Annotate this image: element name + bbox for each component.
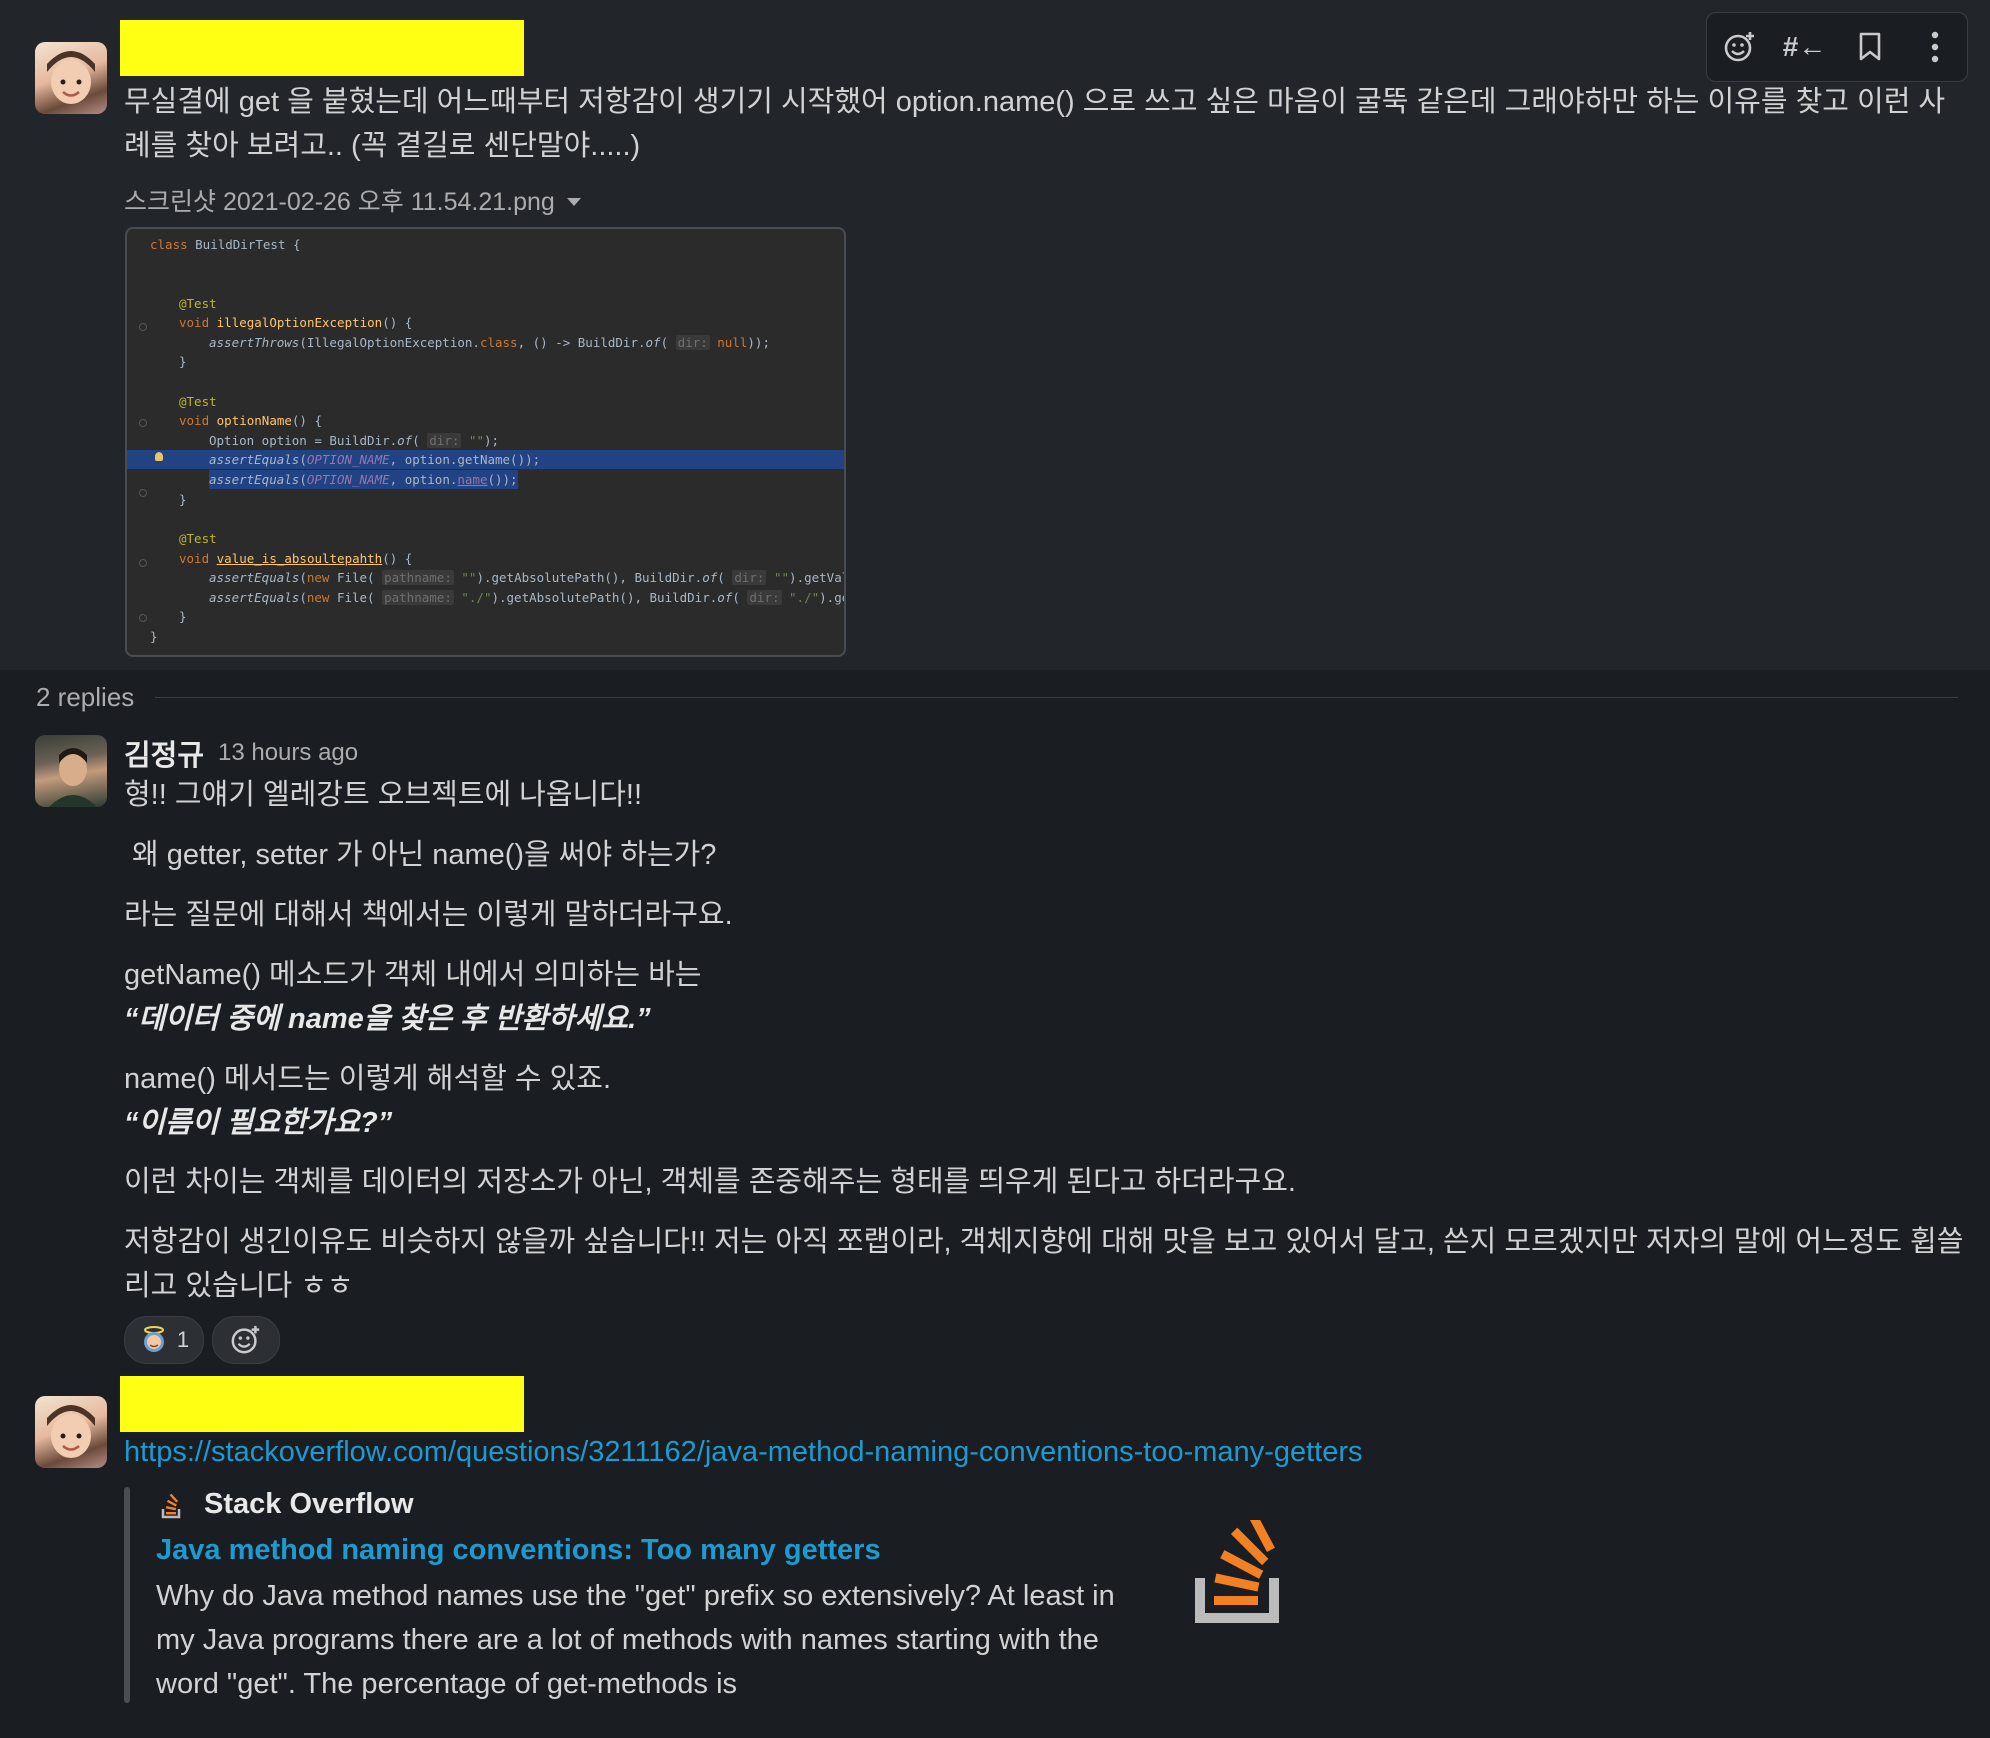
code-line: } <box>179 492 187 507</box>
message-text: 무실결에 get 을 붙혔는데 어느때부터 저항감이 생기기 시작했어 opti… <box>124 86 1946 162</box>
redacted-username <box>120 1376 524 1432</box>
angel-emoji-icon <box>143 1326 164 1352</box>
add-reaction-icon[interactable] <box>1716 23 1764 71</box>
avatar[interactable] <box>35 42 107 114</box>
add-reaction-icon <box>231 1325 260 1354</box>
message-paragraph: getName() 메소드가 객체 내에서 의미하는 바는 <box>124 959 702 991</box>
code-line: assertEquals(new File( pathname: "").get… <box>209 570 844 585</box>
code-line: } <box>179 609 187 624</box>
code-line-highlighted: assertEquals(OPTION_NAME, option.getName… <box>127 450 844 469</box>
code-line: assertEquals(new File( pathname: "./").g… <box>209 590 844 605</box>
replies-count[interactable]: 2 replies <box>36 682 134 713</box>
code-line: void illegalOptionException() { <box>179 315 413 330</box>
stackoverflow-favicon <box>160 1493 184 1525</box>
file-name: 스크린샷 2021-02-26 오후 11.54.21.png <box>124 188 555 216</box>
message-paragraph: 이런 차이는 객체를 데이터의 저장소가 아닌, 객체를 존중해주는 형태를 띄… <box>124 1166 1296 1198</box>
message-paragraph: 형!! 그얘기 엘레강트 오브젝트에 나옵니다!! <box>124 779 643 811</box>
bookmark-icon[interactable] <box>1846 23 1894 71</box>
reply-in-thread-icon[interactable]: #← <box>1781 23 1829 71</box>
file-attachment-name[interactable]: 스크린샷 2021-02-26 오후 11.54.21.png <box>124 182 581 218</box>
author-name[interactable]: 김정규 <box>124 732 204 774</box>
avatar[interactable] <box>35 1396 107 1468</box>
lightbulb-icon <box>155 452 163 461</box>
add-reaction-button[interactable] <box>212 1316 280 1364</box>
message-quote: “이름이 필요한가요?” <box>124 1107 393 1139</box>
avatar-photo <box>49 748 97 807</box>
code-line: void value_is_absoultepahth() { <box>179 551 413 566</box>
reply-in-thread-label: #← <box>1782 31 1827 62</box>
unfurl-site-name: Stack Overflow <box>204 1488 414 1520</box>
code-line: Option option = BuildDir.of( dir: ""); <box>209 433 500 448</box>
reaction-count: 1 <box>176 1327 190 1352</box>
message-quote: “데이터 중에 name을 찾은 후 반환하세요.” <box>124 1003 651 1035</box>
message-paragraph: name() 메서드는 이렇게 해석할 수 있죠. <box>124 1063 612 1095</box>
message-paragraph: 라는 질문에 대해서 책에서는 이렇게 말하더라구요. <box>124 899 733 931</box>
avatar-photo <box>47 1405 95 1458</box>
stackoverflow-logo-icon <box>1190 1512 1286 1629</box>
code-line: } <box>150 629 158 644</box>
unfurl-accent-bar <box>124 1487 130 1703</box>
code-line: @Test <box>179 531 217 546</box>
code-line: class BuildDirTest { <box>150 237 301 252</box>
attached-code-screenshot[interactable]: class BuildDirTest { @Test void illegalO… <box>125 227 846 657</box>
code-line: void optionName() { <box>179 413 323 428</box>
stackoverflow-link[interactable]: https://stackoverflow.com/questions/3211… <box>124 1436 1363 1469</box>
message-actions-toolbar: #← <box>1706 12 1968 82</box>
code-line: assertThrows(IllegalOptionException.clas… <box>209 335 770 350</box>
message-paragraph: 왜 getter, setter 가 아닌 name()을 써야 하는가? <box>124 839 717 871</box>
chevron-down-icon[interactable] <box>566 198 581 206</box>
avatar-photo <box>47 51 95 104</box>
timestamp[interactable]: 13 hours ago <box>218 739 358 767</box>
code-line: @Test <box>179 296 217 311</box>
code-line-highlighted: assertEquals(OPTION_NAME, option.name())… <box>209 470 518 489</box>
unfurl-description: Why do Java method names use the "get" p… <box>156 1580 1115 1700</box>
code-line: } <box>179 354 187 369</box>
thread-divider <box>155 697 1958 698</box>
avatar[interactable] <box>35 735 107 807</box>
more-actions-icon[interactable] <box>1911 23 1959 71</box>
reaction-pill[interactable]: 1 <box>124 1316 204 1364</box>
code-line: @Test <box>179 394 217 409</box>
unfurl-title-link[interactable]: Java method naming conventions: Too many… <box>156 1534 881 1567</box>
redacted-username <box>120 20 524 76</box>
message-paragraph: 저항감이 생긴이유도 비슷하지 않을까 싶습니다!! 저는 아직 쪼랩이라, 객… <box>124 1226 1964 1302</box>
